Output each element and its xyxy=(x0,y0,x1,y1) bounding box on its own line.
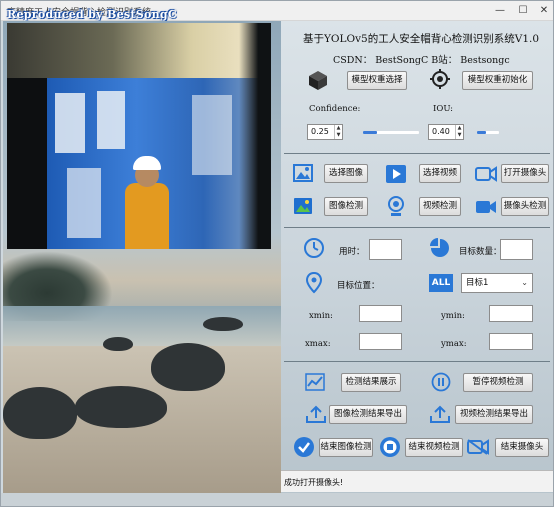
clock-icon xyxy=(304,238,324,258)
spin-arrows-icon[interactable]: ▲ ▼ xyxy=(455,125,463,139)
position-label: 目标位置： xyxy=(337,281,380,291)
camera-icon xyxy=(475,166,497,182)
upload-icon xyxy=(430,405,450,423)
all-badge-text: ALL xyxy=(431,278,451,288)
stop-video-detect-button[interactable]: 结束视频检测 xyxy=(405,438,463,457)
target-select[interactable]: 目标1 ⌄ xyxy=(461,273,533,293)
iou-value: 0.40 xyxy=(432,127,450,136)
status-bar: 成功打开摄像头! xyxy=(281,470,553,492)
open-camera-button[interactable]: 打开摄像头 xyxy=(501,164,549,183)
pause-video-button[interactable]: 暂停视频检测 xyxy=(463,373,533,392)
xmin-field[interactable] xyxy=(359,305,402,322)
system-title: 基于YOLOv5的工人安全帽背心检测识别系统V1.0 xyxy=(303,33,540,45)
line-chart-icon xyxy=(305,373,325,391)
xmax-field[interactable] xyxy=(359,333,402,350)
select-video-button[interactable]: 选择视频 xyxy=(419,164,461,183)
cube-icon xyxy=(309,71,327,90)
all-icon: ALL xyxy=(429,274,453,292)
export-video-results-button[interactable]: 视频检测结果导出 xyxy=(455,405,533,424)
iou-label: IOU: xyxy=(433,104,454,114)
minimize-button[interactable]: — xyxy=(489,3,511,19)
count-field[interactable] xyxy=(500,239,533,260)
target-select-value: 目标1 xyxy=(466,278,489,288)
control-panel: 基于YOLOv5的工人安全帽背心检测识别系统V1.0 CSDN： BestSon… xyxy=(281,21,553,493)
pause-icon xyxy=(431,372,451,392)
ymin-field[interactable] xyxy=(489,305,533,322)
show-results-button[interactable]: 检测结果展示 xyxy=(341,373,401,392)
export-image-results-button[interactable]: 图像检测结果导出 xyxy=(329,405,407,424)
video-detect-button[interactable]: 视频检测 xyxy=(419,197,461,216)
image-detect-button[interactable]: 图像检测 xyxy=(324,197,368,216)
time-label: 用时： xyxy=(339,247,365,257)
upload-icon xyxy=(306,405,326,423)
bottom-strip xyxy=(1,493,553,506)
count-label: 目标数量： xyxy=(459,247,502,257)
maximize-button[interactable]: ☐ xyxy=(512,3,534,19)
app-window: 高精度工人安全帽背心检测识别系统 — ☐ ✕ Reproduced by Bes… xyxy=(0,0,554,507)
confidence-label: Confidence: xyxy=(309,104,361,114)
xmax-label: xmax: xyxy=(305,339,331,349)
watermark-text: Reproduced by BestSongC xyxy=(7,8,177,21)
video-play-icon xyxy=(386,165,406,183)
check-circle-icon xyxy=(294,437,314,457)
image-icon xyxy=(293,164,313,182)
stop-image-detect-button[interactable]: 结束图像检测 xyxy=(319,438,373,457)
pie-chart-icon xyxy=(430,238,449,257)
spin-arrows-icon[interactable]: ▲ ▼ xyxy=(334,125,342,139)
location-pin-icon xyxy=(305,272,323,294)
xmin-label: xmin: xyxy=(309,311,333,321)
confidence-value: 0.25 xyxy=(311,127,329,136)
model-weight-init-button[interactable]: 模型权重初始化 xyxy=(462,71,533,90)
select-image-button[interactable]: 选择图像 xyxy=(324,164,368,183)
stop-circle-icon xyxy=(380,437,400,457)
camera-detect-icon xyxy=(476,201,496,213)
iou-slider-fill xyxy=(477,131,486,134)
ymax-field[interactable] xyxy=(489,333,533,350)
stop-camera-button[interactable]: 结束摄像头 xyxy=(495,438,549,457)
ymin-label: ymin: xyxy=(441,311,465,321)
status-message: 成功打开摄像头! xyxy=(284,478,344,487)
image-detect-icon xyxy=(294,198,312,214)
camera-detect-button[interactable]: 摄像头检测 xyxy=(501,197,549,216)
camera-off-icon xyxy=(467,439,489,455)
ymax-label: ymax: xyxy=(441,339,467,349)
webcam-icon xyxy=(388,196,404,216)
target-settings-icon xyxy=(430,69,450,89)
time-field[interactable] xyxy=(369,239,402,260)
camera-preview xyxy=(7,23,271,249)
model-weight-select-button[interactable]: 模型权重选择 xyxy=(347,71,407,90)
close-button[interactable]: ✕ xyxy=(533,3,553,19)
confidence-slider-fill xyxy=(363,131,377,134)
confidence-spinbox[interactable]: 0.25 ▲ ▼ xyxy=(307,124,343,140)
iou-spinbox[interactable]: 0.40 ▲ ▼ xyxy=(428,124,464,140)
chevron-down-icon: ⌄ xyxy=(521,278,528,287)
system-subtitle: CSDN： BestSongC B站： Bestsongc xyxy=(333,55,510,66)
